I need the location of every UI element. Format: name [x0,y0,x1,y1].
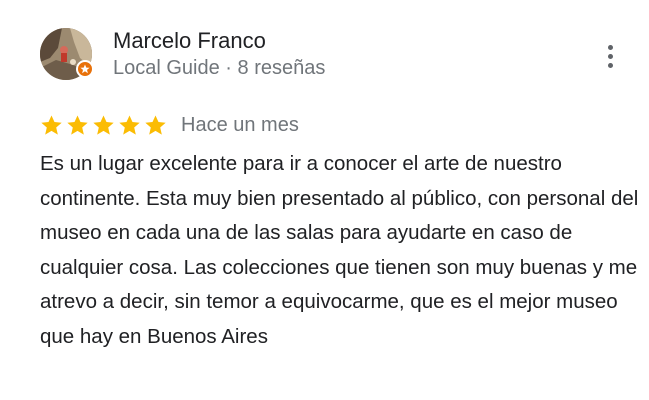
author-info: Marcelo Franco Local Guide · 8 reseñas [113,27,325,81]
more-vert-icon-dot [607,62,613,68]
avatar-wrapper[interactable] [40,28,94,80]
more-options-button[interactable] [596,38,624,74]
star-icon [93,114,114,135]
review-card: Marcelo Franco Local Guide · 8 reseñas H… [0,0,649,400]
review-text: Es un lugar excelente para ir a conocer … [40,152,639,348]
more-vert-icon-dot [607,53,613,59]
review-header: Marcelo Franco Local Guide · 8 reseñas [40,27,325,81]
star-icon [41,114,62,135]
star-rating [40,114,167,137]
local-guide-badge-icon [76,60,94,78]
author-name[interactable]: Marcelo Franco [113,27,325,55]
review-date: Hace un mes [181,114,299,136]
rating-row: Hace un mes [40,111,299,139]
author-meta[interactable]: Local Guide · 8 reseñas [113,55,325,81]
star-icon [67,114,88,135]
more-vert-icon [607,44,613,50]
star-icon [119,114,140,135]
star-icon [145,114,166,135]
